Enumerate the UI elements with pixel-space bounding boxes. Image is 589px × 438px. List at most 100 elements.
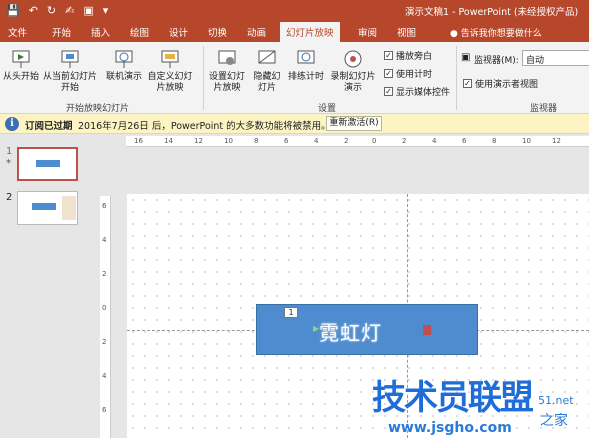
vertical-ruler: 6 4 2 0 2 4 6 <box>100 196 111 438</box>
setup-show-icon <box>216 48 238 70</box>
neon-shape-text[interactable]: 霓虹灯 <box>319 317 382 346</box>
ruler-tick: 10 <box>522 137 531 145</box>
slide-thumbnail-1[interactable] <box>17 147 78 181</box>
redo-icon[interactable]: ↻ <box>47 3 56 19</box>
rehearse-icon <box>295 48 317 70</box>
watermark-brand: 技术员联盟 <box>372 378 534 418</box>
play-narrations-checkbox[interactable]: ✓ 播放旁白 <box>384 49 432 62</box>
ribbon: 从头开始 从当前幻灯片开始 联机演示 自定义幻灯片放映 开始放映幻灯片 设置幻灯… <box>0 42 589 114</box>
hide-slide-button[interactable]: 隐藏幻灯片 <box>251 48 283 94</box>
ruler-tick: 6 <box>284 137 289 145</box>
ruler-tick: 10 <box>224 137 233 145</box>
ribbon-divider <box>203 46 204 110</box>
thumbnail-panel <box>62 196 76 220</box>
from-beginning-label: 从头开始 <box>3 72 40 82</box>
use-timings-checkbox[interactable]: ✓ 使用计时 <box>384 67 432 80</box>
window-title: 演示文稿1 - PowerPoint (未经授权产品) <box>405 7 579 18</box>
ruler-tick: 0 <box>102 304 107 312</box>
tab-transitions[interactable]: 切换 <box>208 25 227 39</box>
undo-icon[interactable]: ↶ <box>29 3 38 19</box>
hide-slide-label: 隐藏幻灯片 <box>253 72 281 93</box>
record-show-button[interactable]: 录制幻灯片演示 <box>330 48 376 94</box>
ruler-tick: 2 <box>102 338 107 346</box>
horizontal-ruler: 16 14 12 10 8 6 4 2 0 2 4 6 8 10 12 <box>126 136 589 147</box>
projector-icon <box>10 48 32 70</box>
ruler-tick: 12 <box>552 137 561 145</box>
thumbnail-shape <box>32 203 56 210</box>
ruler-tick: 8 <box>254 137 259 145</box>
message-text: 2016年7月26日 后，PowerPoint 的大多数功能将被禁用。 <box>78 121 331 132</box>
group-start-label: 开始放映幻灯片 <box>66 104 130 114</box>
rehearse-label: 排练计时 <box>287 72 324 82</box>
touch-mode-icon[interactable]: ✍ <box>65 3 74 19</box>
media-controls-checkbox[interactable]: ✓ 显示媒体控件 <box>384 85 450 98</box>
group-monitors-label: 监视器 <box>530 104 558 114</box>
monitor-label: 监视器(M): <box>474 56 519 66</box>
record-icon <box>342 48 364 70</box>
from-current-button[interactable]: 从当前幻灯片开始 <box>42 48 98 94</box>
customize-qat-icon[interactable]: ▾ <box>103 3 109 19</box>
ruler-tick: 8 <box>492 137 497 145</box>
neon-text-shape[interactable]: 1 ▶ 霓虹灯 <box>256 304 478 355</box>
ruler-tick: 0 <box>372 137 377 145</box>
ruler-tick: 4 <box>314 137 319 145</box>
watermark-home: 之家 <box>540 413 568 429</box>
present-online-label: 联机演示 <box>105 72 142 82</box>
ruler-tick: 2 <box>102 270 107 278</box>
media-controls-label: 显示媒体控件 <box>396 88 451 98</box>
message-title: 订阅已过期 <box>25 121 73 132</box>
setup-show-button[interactable]: 设置幻灯片放映 <box>205 48 249 94</box>
tab-animations[interactable]: 动画 <box>247 25 266 39</box>
tab-slideshow[interactable]: 幻灯片放映 <box>280 22 340 42</box>
use-timings-label: 使用计时 <box>396 70 433 80</box>
save-icon[interactable]: 💾 <box>6 3 20 19</box>
slide-number: 1 <box>6 146 13 157</box>
tab-home[interactable]: 开始 <box>52 25 71 39</box>
ruler-tick: 4 <box>102 236 107 244</box>
custom-show-button[interactable]: 自定义幻灯片放映 <box>144 48 196 94</box>
tab-file[interactable]: 文件 <box>8 25 27 39</box>
checkbox-checked[interactable]: ✓ <box>384 87 393 96</box>
watermark-url: www.jsgho.com <box>388 420 512 436</box>
reactivate-button[interactable]: 重新激活(R) <box>326 116 382 131</box>
presenter-view-checkbox[interactable]: ✓ 使用演示者视图 <box>463 77 538 90</box>
slide-thumbnail-pane: 1 * 2 <box>0 134 90 438</box>
hide-slide-icon <box>256 48 278 70</box>
tab-design[interactable]: 设计 <box>169 25 188 39</box>
monitor-select[interactable]: 自动 <box>522 50 589 66</box>
ruler-tick: 12 <box>194 137 203 145</box>
ruler-tick: 4 <box>102 372 107 380</box>
start-slideshow-icon[interactable]: ▣ <box>83 3 93 19</box>
present-online-button[interactable]: 联机演示 <box>104 48 144 83</box>
checkbox-checked[interactable]: ✓ <box>384 51 393 60</box>
lightbulb-icon: ● <box>450 29 458 39</box>
slide-number: 2 <box>6 192 13 203</box>
tab-draw[interactable]: 绘图 <box>130 25 149 39</box>
ruler-tick: 6 <box>102 202 107 210</box>
animation-order-badge: 1 <box>284 307 298 318</box>
custom-show-label: 自定义幻灯片放映 <box>147 72 193 93</box>
play-narrations-label: 播放旁白 <box>396 52 433 62</box>
quick-access-toolbar: 💾 ↶ ↻ ✍ ▣ ▾ <box>6 3 108 19</box>
animation-star-icon: * <box>6 158 11 169</box>
rehearse-timings-button[interactable]: 排练计时 <box>286 48 326 83</box>
checkbox-checked[interactable]: ✓ <box>384 69 393 78</box>
from-current-label: 从当前幻灯片开始 <box>42 72 97 93</box>
title-bar: 💾 ↶ ↻ ✍ ▣ ▾ 演示文稿1 - PowerPoint (未经授权产品) <box>0 0 589 22</box>
ruler-tick: 4 <box>432 137 437 145</box>
globe-icon <box>113 48 135 70</box>
tell-me-box[interactable]: ● 告诉我你想要做什么 <box>450 26 542 39</box>
slide-thumbnail-2[interactable] <box>17 191 78 225</box>
presenter-view-label: 使用演示者视图 <box>475 80 539 90</box>
ruler-tick: 6 <box>462 137 467 145</box>
monitor-icon: ▣ <box>461 52 471 63</box>
tab-view[interactable]: 视图 <box>397 25 416 39</box>
ruler-tick: 6 <box>102 406 107 414</box>
tab-review[interactable]: 审阅 <box>358 25 377 39</box>
setup-show-label: 设置幻灯片放映 <box>208 72 245 93</box>
from-beginning-button[interactable]: 从头开始 <box>3 48 39 83</box>
checkbox-checked[interactable]: ✓ <box>463 79 472 88</box>
tab-insert[interactable]: 插入 <box>91 25 110 39</box>
record-label: 录制幻灯片演示 <box>330 72 376 93</box>
animation-marker-icon <box>423 325 431 335</box>
